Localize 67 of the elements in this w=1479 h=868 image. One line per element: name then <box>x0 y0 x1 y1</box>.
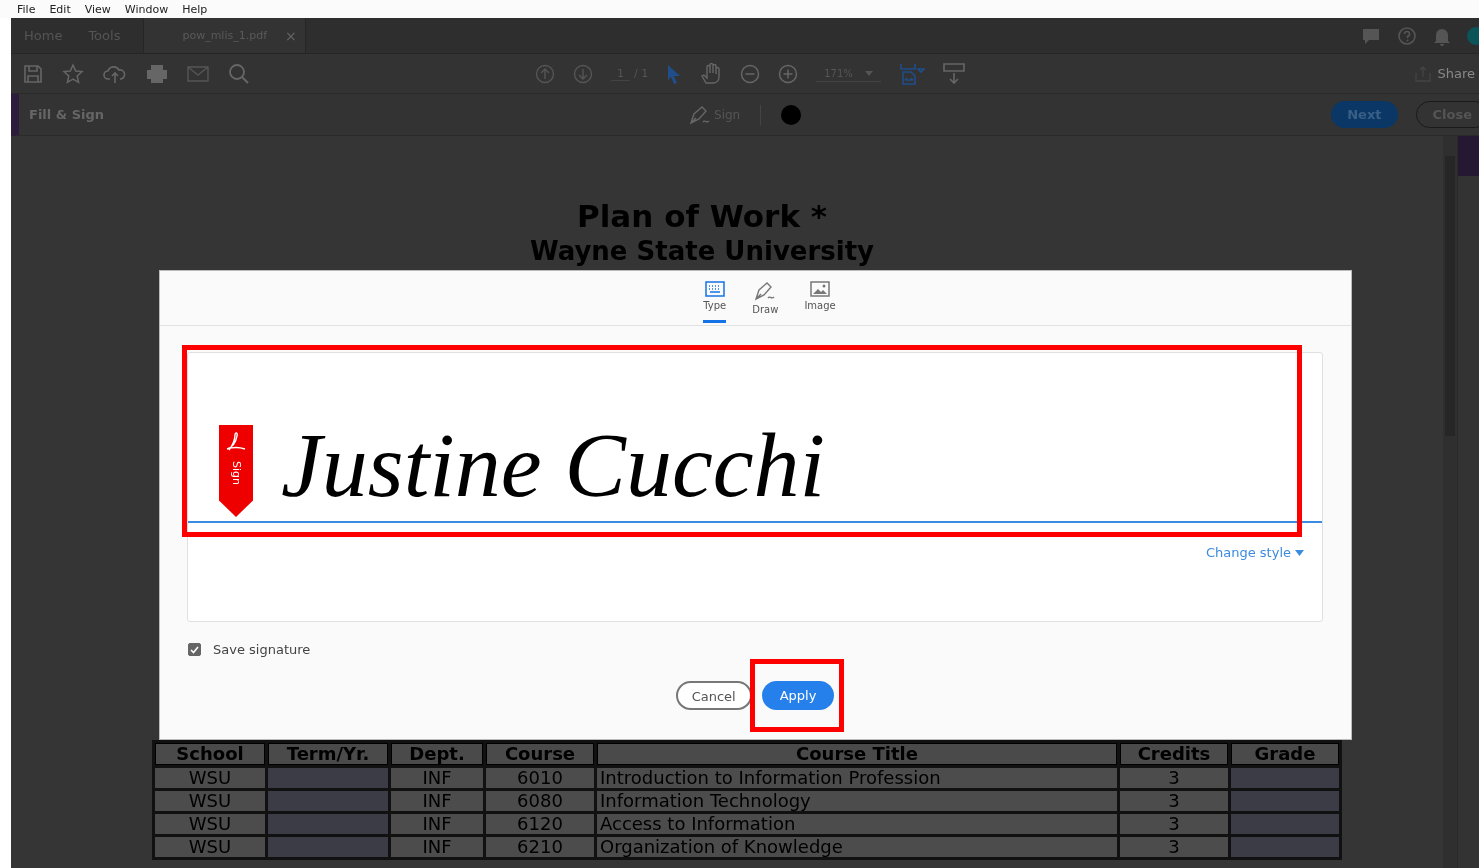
table-cell: INF <box>391 768 483 788</box>
table-cell: WSU <box>155 768 265 788</box>
dialog-tab[interactable]: Type <box>703 271 727 323</box>
pen-icon <box>689 104 712 125</box>
star-icon[interactable] <box>62 62 84 85</box>
avatar-icon[interactable] <box>1467 26 1479 45</box>
close-tab-button[interactable]: × <box>285 27 297 44</box>
zoom-out-icon[interactable] <box>740 63 761 84</box>
menu-item[interactable]: Help <box>175 2 215 16</box>
color-swatch[interactable] <box>781 104 802 125</box>
table-cell: WSU <box>155 814 265 834</box>
sign-here-flag: Sign <box>219 425 253 517</box>
table-cell: 3 <box>1120 791 1228 811</box>
column-header: Course <box>486 743 594 765</box>
table-cell: INF <box>391 814 483 834</box>
save-icon[interactable] <box>23 63 43 84</box>
help-icon[interactable] <box>1397 25 1417 46</box>
table-cell: Access to Information <box>597 814 1117 834</box>
zoom-in-icon[interactable] <box>778 63 799 84</box>
caret-icon <box>1295 549 1304 556</box>
save-signature-label: Save signature <box>213 642 311 657</box>
change-style-link[interactable]: Change style <box>1205 545 1304 560</box>
dialog-button[interactable]: Cancel <box>675 681 752 710</box>
table-cell: Information Technology <box>597 791 1117 811</box>
fit-page-icon[interactable] <box>898 62 925 85</box>
signature-text: Justine Cucchi <box>281 419 826 518</box>
mail-icon[interactable] <box>187 65 209 82</box>
dialog-tab[interactable]: Draw <box>752 271 779 323</box>
caret-icon <box>864 70 873 76</box>
table-cell: INF <box>391 837 483 857</box>
table-cell: 6210 <box>486 837 594 857</box>
page-down-icon[interactable] <box>573 63 593 84</box>
keyboard-icon <box>704 281 725 297</box>
menu-item[interactable]: File <box>10 2 43 16</box>
column-header: School <box>155 743 265 765</box>
image-icon <box>810 281 831 297</box>
scrollbar[interactable] <box>1443 136 1457 868</box>
table-cell: INF <box>391 791 483 811</box>
side-panel-tab[interactable] <box>1458 136 1479 176</box>
hand-icon[interactable] <box>700 62 723 85</box>
table-cell: WSU <box>155 791 265 811</box>
page-up-icon[interactable] <box>535 63 555 84</box>
keyboard-download-icon[interactable] <box>942 62 965 85</box>
menu-item[interactable]: Edit <box>42 2 78 16</box>
table-cell: Introduction to Information Profession <box>597 768 1117 788</box>
save-signature-checkbox[interactable] <box>188 643 201 656</box>
table-cell: WSU <box>155 837 265 857</box>
share-button[interactable]: Share <box>1415 65 1479 82</box>
search-icon[interactable] <box>228 62 250 85</box>
table-cell: 6120 <box>486 814 594 834</box>
column-header: Grade <box>1231 743 1339 765</box>
column-header: Credits <box>1120 743 1228 765</box>
cloud-upload-icon[interactable] <box>103 63 127 84</box>
table-cell: 3 <box>1120 837 1228 857</box>
table-cell: Organization of Knowledge <box>597 837 1117 857</box>
table-cell: 3 <box>1120 814 1228 834</box>
column-header: Dept. <box>391 743 483 765</box>
table-cell: 6010 <box>486 768 594 788</box>
dialog-button[interactable]: Apply <box>761 681 835 710</box>
pen-icon <box>754 281 777 301</box>
menu-item[interactable]: View <box>77 2 118 16</box>
column-header: Course Title <box>597 743 1117 765</box>
table-cell: 3 <box>1120 768 1228 788</box>
table-cell: 6080 <box>486 791 594 811</box>
column-header: Term/Yr. <box>268 743 388 765</box>
menu-item[interactable]: Window <box>117 2 176 16</box>
dialog-tab[interactable]: Image <box>804 271 836 323</box>
